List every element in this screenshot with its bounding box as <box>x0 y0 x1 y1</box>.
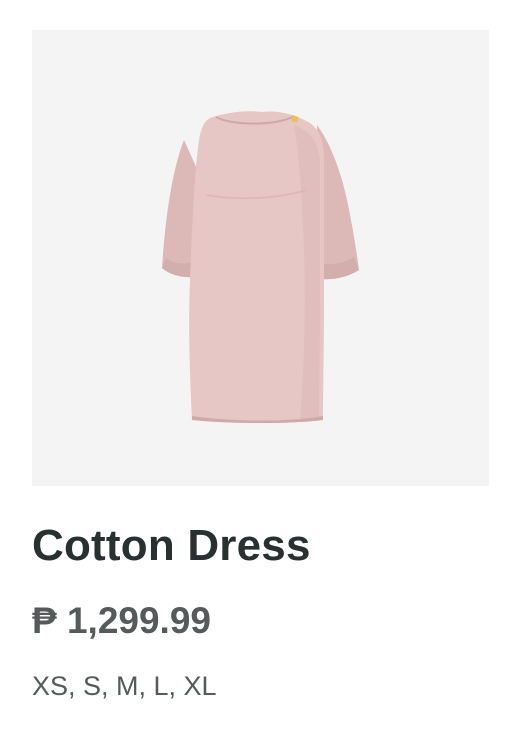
dress-illustration <box>162 111 359 423</box>
product-card[interactable]: Cotton Dress ₱ 1,299.99 XS, S, M, L, XL <box>0 0 519 742</box>
available-sizes: XS, S, M, L, XL <box>32 671 217 701</box>
product-title[interactable]: Cotton Dress <box>32 518 311 574</box>
product-image[interactable] <box>32 30 489 486</box>
product-price: ₱ 1,299.99 <box>32 600 211 641</box>
